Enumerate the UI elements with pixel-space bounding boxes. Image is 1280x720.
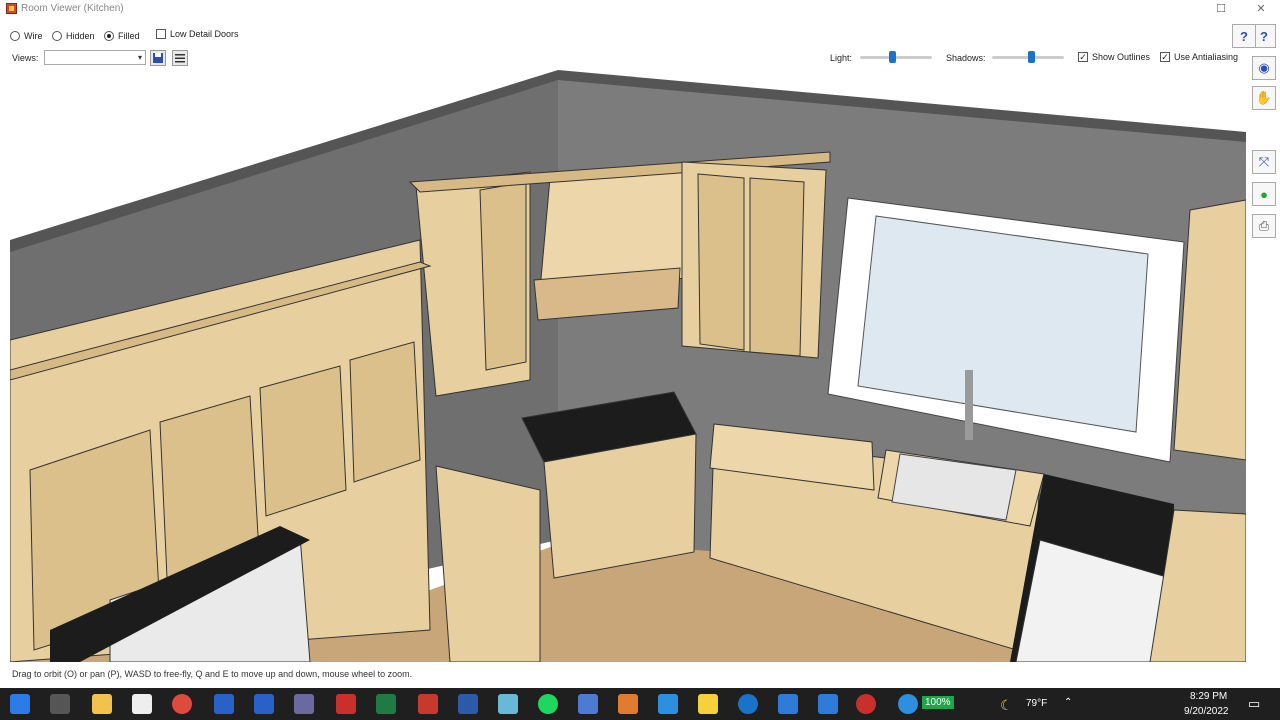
shadows-slider[interactable]	[992, 51, 1064, 63]
show-outlines-box[interactable]: ✓	[1078, 52, 1088, 62]
sticky-notes-icon[interactable]	[698, 694, 718, 714]
excel-icon[interactable]	[376, 694, 396, 714]
hand-icon: ✋	[1255, 90, 1273, 105]
kitchen-scene[interactable]	[10, 70, 1246, 662]
chevron-up-icon[interactable]: ⌃	[1064, 697, 1072, 708]
notification-icon[interactable]: ▭	[1248, 696, 1260, 712]
app-nav-icon[interactable]	[738, 694, 758, 714]
app-box2-icon[interactable]	[818, 694, 838, 714]
file-explorer-icon[interactable]	[92, 694, 112, 714]
radio-wire[interactable]: Wire	[10, 31, 43, 41]
printer-icon: ⎙	[1258, 218, 1270, 233]
help-tray-icon[interactable]	[898, 694, 918, 714]
word-icon[interactable]	[458, 694, 478, 714]
active-app-icon[interactable]	[856, 694, 876, 714]
sketchup-icon[interactable]	[336, 694, 356, 714]
radio-filled-label: Filled	[118, 31, 140, 41]
chevron-down-icon: ▾	[137, 53, 142, 62]
clock-time[interactable]: 8:29 PM	[1190, 691, 1227, 702]
close-button[interactable]: ✕	[1246, 0, 1276, 16]
3d-viewport[interactable]	[10, 70, 1246, 662]
app-v2-icon[interactable]	[254, 694, 274, 714]
globe-icon: ◉	[1258, 60, 1270, 75]
clock-date[interactable]: 9/20/2022	[1184, 706, 1229, 717]
title-bar: Room Viewer (Kitchen) ☐ ✕	[0, 0, 1280, 16]
radio-filled-dot[interactable]	[104, 31, 114, 41]
chrome-icon[interactable]	[172, 694, 192, 714]
moon-icon: ☾	[1000, 697, 1013, 713]
weather-temp[interactable]: 79°F	[1026, 698, 1047, 709]
radio-hidden-dot[interactable]	[52, 31, 62, 41]
radio-hidden-label: Hidden	[66, 31, 95, 41]
green-sphere-icon: ●	[1260, 186, 1268, 202]
start-icon[interactable]	[10, 694, 30, 714]
app-red-icon[interactable]	[418, 694, 438, 714]
pan-button[interactable]: ✋	[1252, 86, 1276, 110]
render-button[interactable]: ●	[1252, 182, 1276, 206]
left-cabinet-door-4	[349, 341, 421, 483]
help-button-outer[interactable]: ?	[1232, 24, 1256, 48]
radio-wire-dot[interactable]	[10, 31, 20, 41]
zoom-extents-button[interactable]: ⤧	[1252, 150, 1276, 174]
room-viewer-window: Room Viewer (Kitchen) ☐ ✕ Wire Hidden Fi…	[0, 0, 1280, 688]
light-label: Light:	[830, 53, 853, 63]
app-cube-icon[interactable]	[498, 694, 518, 714]
calculator-icon[interactable]	[578, 694, 598, 714]
render-toolbar: Wire Hidden Filled Low Detail Doors	[0, 24, 1240, 46]
use-antialiasing-label: Use Antialiasing	[1174, 52, 1239, 62]
radio-hidden[interactable]: Hidden	[52, 31, 95, 41]
status-text: Drag to orbit (O) or pan (P), WASD to fr…	[12, 669, 413, 679]
upper-cabinet-door-1	[697, 173, 745, 351]
help-icon: ?	[1260, 28, 1268, 44]
shadows-label: Shadows:	[946, 53, 986, 63]
maximize-button[interactable]: ☐	[1206, 0, 1236, 16]
question-icon: ?	[1240, 28, 1248, 44]
orbit-button[interactable]: ◉	[1252, 56, 1276, 80]
light-slider-thumb[interactable]	[889, 51, 897, 63]
views-dropdown[interactable]: ▾	[44, 50, 146, 65]
app-box-icon[interactable]	[778, 694, 798, 714]
spotify-icon[interactable]	[538, 694, 558, 714]
app-network-icon[interactable]	[294, 694, 314, 714]
app-v-icon[interactable]	[214, 694, 234, 714]
app-tools-icon[interactable]	[618, 694, 638, 714]
use-antialiasing-box[interactable]: ✓	[1160, 52, 1170, 62]
low-detail-doors-label: Low Detail Doors	[170, 29, 239, 39]
shadows-slider-thumb[interactable]	[1027, 51, 1035, 63]
show-outlines-checkbox[interactable]: ✓ Show Outlines	[1078, 52, 1150, 62]
app-icon	[6, 2, 17, 14]
print-button[interactable]: ⎙	[1252, 214, 1276, 238]
upper-cabinet-door-2	[749, 177, 805, 357]
views-label: Views:	[12, 53, 39, 63]
drawer-stack	[435, 465, 541, 662]
faucet	[965, 370, 973, 440]
radio-filled[interactable]: Filled	[104, 31, 140, 41]
app-blue-icon[interactable]	[658, 694, 678, 714]
right-toolbar: ? ? ◉ ✋ ⤧ ● ⎙	[1232, 22, 1280, 672]
task-view-icon[interactable]	[50, 694, 70, 714]
low-detail-doors-checkbox[interactable]: Low Detail Doors	[156, 29, 239, 39]
zoom-fit-icon: ⤧	[1258, 154, 1270, 169]
taskbar: 100% ☾ 79°F ⌃ 8:29 PM 9/20/2022 ▭	[0, 688, 1280, 720]
use-antialiasing-checkbox[interactable]: ✓ Use Antialiasing	[1160, 52, 1238, 62]
radio-wire-label: Wire	[24, 31, 43, 41]
window-title: Room Viewer (Kitchen)	[21, 2, 124, 14]
save-view-button[interactable]	[150, 50, 166, 66]
battery-percent: 100%	[922, 696, 954, 709]
show-outlines-label: Show Outlines	[1092, 52, 1151, 62]
upper-cabinet-door	[479, 181, 527, 371]
low-detail-doors-box[interactable]	[156, 29, 166, 39]
store-icon[interactable]	[132, 694, 152, 714]
left-cabinet-door-3	[259, 365, 347, 517]
light-slider[interactable]	[860, 51, 932, 63]
save-icon	[153, 53, 163, 63]
views-menu-button[interactable]	[172, 50, 188, 66]
menu-icon	[175, 54, 185, 63]
